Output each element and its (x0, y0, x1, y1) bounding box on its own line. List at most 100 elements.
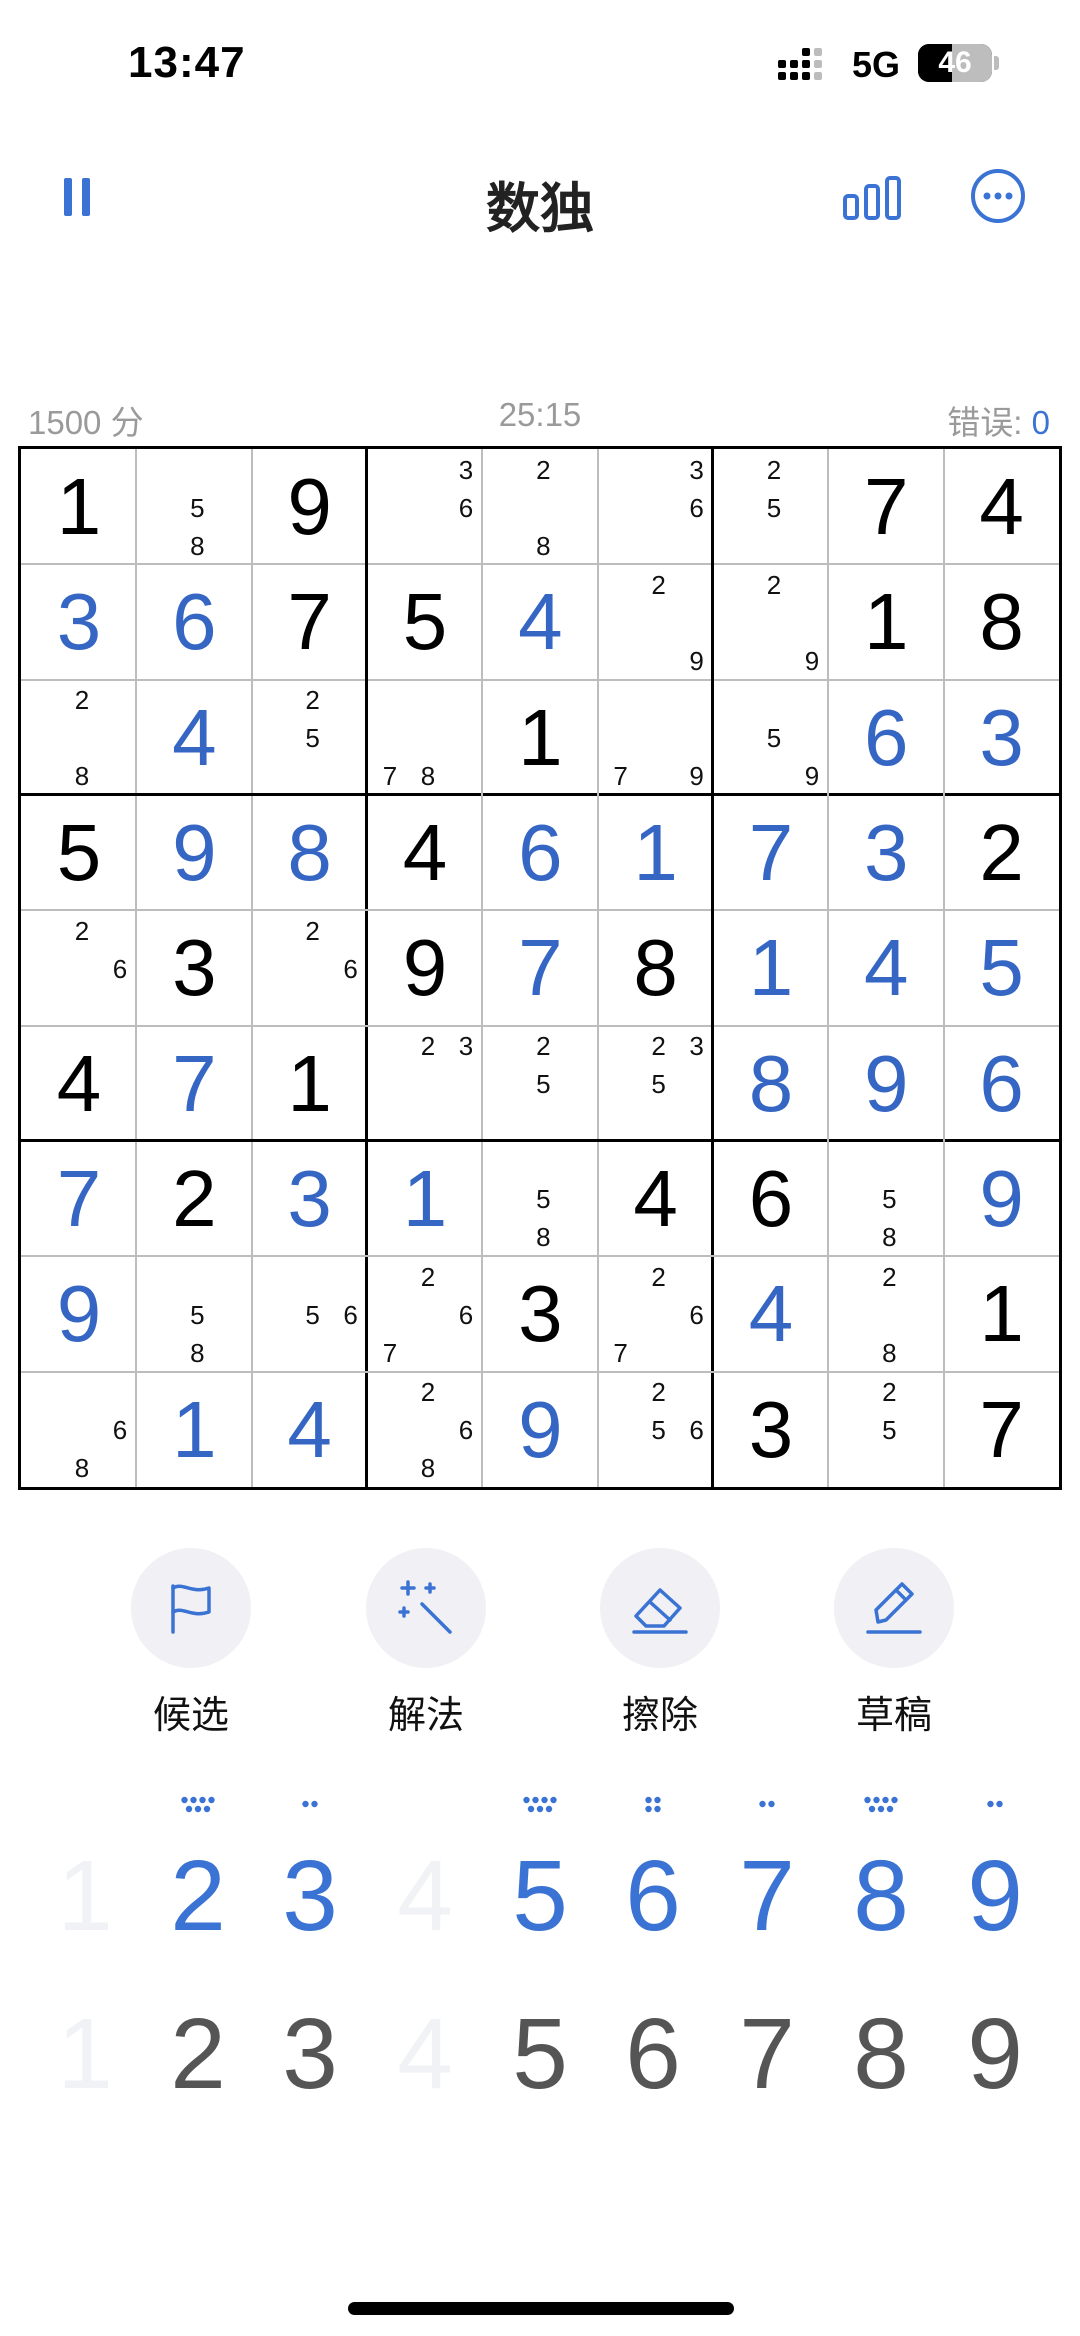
sudoku-cell-r7c7[interactable]: 6 (713, 1141, 829, 1257)
sudoku-cell-r8c5[interactable]: 3 (482, 1256, 598, 1372)
number-button-9[interactable]: 9 (940, 1846, 1050, 1946)
sudoku-cell-r5c1[interactable]: 26 (21, 910, 137, 1026)
note-number-button-9[interactable]: 9 (940, 2004, 1050, 2104)
sudoku-cell-r2c2[interactable]: 6 (136, 564, 252, 680)
sudoku-cell-r5c6[interactable]: 8 (598, 910, 714, 1026)
candidate-tool-button[interactable] (131, 1548, 251, 1668)
sudoku-cell-r8c8[interactable]: 28 (828, 1256, 944, 1372)
number-button-2[interactable]: 2 (143, 1846, 253, 1946)
solve-tool-button[interactable] (366, 1548, 486, 1668)
sudoku-cell-r4c2[interactable]: 9 (136, 795, 252, 911)
sudoku-cell-r6c2[interactable]: 7 (136, 1026, 252, 1142)
number-button-6[interactable]: 6 (598, 1846, 708, 1946)
home-indicator[interactable] (348, 2302, 734, 2315)
sudoku-cell-r7c8[interactable]: 58 (828, 1141, 944, 1257)
sudoku-cell-r6c1[interactable]: 4 (21, 1026, 137, 1142)
sudoku-cell-r7c1[interactable]: 7 (21, 1141, 137, 1257)
sudoku-cell-r4c7[interactable]: 7 (713, 795, 829, 911)
sudoku-cell-r7c4[interactable]: 1 (367, 1141, 483, 1257)
sudoku-cell-r4c4[interactable]: 4 (367, 795, 483, 911)
sudoku-cell-r1c1[interactable]: 1 (21, 449, 137, 565)
sudoku-cell-r1c4[interactable]: 36 (367, 449, 483, 565)
sudoku-cell-r9c1[interactable]: 68 (21, 1372, 137, 1488)
sudoku-cell-r2c8[interactable]: 1 (828, 564, 944, 680)
sudoku-cell-r9c9[interactable]: 7 (944, 1372, 1060, 1488)
sudoku-cell-r9c8[interactable]: 25 (828, 1372, 944, 1488)
sudoku-cell-r8c1[interactable]: 9 (21, 1256, 137, 1372)
sudoku-cell-r5c7[interactable]: 1 (713, 910, 829, 1026)
sudoku-cell-r2c5[interactable]: 4 (482, 564, 598, 680)
sudoku-cell-r9c3[interactable]: 4 (252, 1372, 368, 1488)
sudoku-cell-r3c3[interactable]: 25 (252, 680, 368, 796)
note-number-button-2[interactable]: 2 (143, 2004, 253, 2104)
sudoku-cell-r8c3[interactable]: 56 (252, 1256, 368, 1372)
sudoku-cell-r3c5[interactable]: 1 (482, 680, 598, 796)
draft-tool-button[interactable] (834, 1548, 954, 1668)
sudoku-cell-r7c2[interactable]: 2 (136, 1141, 252, 1257)
sudoku-cell-r6c8[interactable]: 9 (828, 1026, 944, 1142)
sudoku-cell-r4c3[interactable]: 8 (252, 795, 368, 911)
sudoku-cell-r1c6[interactable]: 36 (598, 449, 714, 565)
sudoku-cell-r3c1[interactable]: 28 (21, 680, 137, 796)
sudoku-cell-r1c9[interactable]: 4 (944, 449, 1060, 565)
note-number-button-8[interactable]: 8 (826, 2004, 936, 2104)
sudoku-cell-r9c4[interactable]: 268 (367, 1372, 483, 1488)
sudoku-cell-r7c5[interactable]: 58 (482, 1141, 598, 1257)
sudoku-cell-r6c3[interactable]: 1 (252, 1026, 368, 1142)
note-number-button-4[interactable]: 4 (370, 2004, 480, 2104)
sudoku-cell-r9c6[interactable]: 2 56 (598, 1372, 714, 1488)
note-number-button-5[interactable]: 5 (485, 2004, 595, 2104)
sudoku-cell-r5c2[interactable]: 3 (136, 910, 252, 1026)
note-number-button-7[interactable]: 7 (712, 2004, 822, 2104)
bar-chart-icon[interactable] (842, 176, 902, 220)
number-button-1[interactable]: 1 (30, 1846, 140, 1946)
sudoku-cell-r3c4[interactable]: 78 (367, 680, 483, 796)
sudoku-cell-r4c6[interactable]: 1 (598, 795, 714, 911)
number-button-4[interactable]: 4 (370, 1846, 480, 1946)
sudoku-cell-r8c9[interactable]: 1 (944, 1256, 1060, 1372)
sudoku-cell-r8c4[interactable]: 26 7 (367, 1256, 483, 1372)
number-button-7[interactable]: 7 (712, 1846, 822, 1946)
sudoku-cell-r5c5[interactable]: 7 (482, 910, 598, 1026)
sudoku-cell-r1c8[interactable]: 7 (828, 449, 944, 565)
sudoku-cell-r6c4[interactable]: 23 (367, 1026, 483, 1142)
sudoku-cell-r9c5[interactable]: 9 (482, 1372, 598, 1488)
sudoku-cell-r9c2[interactable]: 1 (136, 1372, 252, 1488)
sudoku-cell-r2c7[interactable]: 29 (713, 564, 829, 680)
sudoku-cell-r6c5[interactable]: 25 (482, 1026, 598, 1142)
sudoku-cell-r6c6[interactable]: 235 (598, 1026, 714, 1142)
sudoku-cell-r1c2[interactable]: 58 (136, 449, 252, 565)
sudoku-cell-r4c8[interactable]: 3 (828, 795, 944, 911)
sudoku-cell-r4c9[interactable]: 2 (944, 795, 1060, 911)
sudoku-cell-r2c3[interactable]: 7 (252, 564, 368, 680)
sudoku-cell-r8c6[interactable]: 26 7 (598, 1256, 714, 1372)
sudoku-cell-r5c3[interactable]: 26 (252, 910, 368, 1026)
sudoku-cell-r8c7[interactable]: 4 (713, 1256, 829, 1372)
number-button-8[interactable]: 8 (826, 1846, 936, 1946)
sudoku-cell-r3c9[interactable]: 3 (944, 680, 1060, 796)
sudoku-cell-r6c7[interactable]: 8 (713, 1026, 829, 1142)
note-number-button-3[interactable]: 3 (255, 2004, 365, 2104)
sudoku-cell-r9c7[interactable]: 3 (713, 1372, 829, 1488)
erase-tool-button[interactable] (600, 1548, 720, 1668)
sudoku-cell-r4c5[interactable]: 6 (482, 795, 598, 911)
sudoku-cell-r7c9[interactable]: 9 (944, 1141, 1060, 1257)
sudoku-cell-r4c1[interactable]: 5 (21, 795, 137, 911)
sudoku-cell-r8c2[interactable]: 58 (136, 1256, 252, 1372)
sudoku-cell-r5c4[interactable]: 9 (367, 910, 483, 1026)
sudoku-cell-r2c1[interactable]: 3 (21, 564, 137, 680)
sudoku-cell-r6c9[interactable]: 6 (944, 1026, 1060, 1142)
sudoku-cell-r3c6[interactable]: 79 (598, 680, 714, 796)
sudoku-cell-r2c6[interactable]: 29 (598, 564, 714, 680)
number-button-5[interactable]: 5 (485, 1846, 595, 1946)
sudoku-cell-r1c3[interactable]: 9 (252, 449, 368, 565)
note-number-button-1[interactable]: 1 (30, 2004, 140, 2104)
note-number-button-6[interactable]: 6 (598, 2004, 708, 2104)
sudoku-cell-r3c7[interactable]: 59 (713, 680, 829, 796)
more-icon[interactable] (970, 168, 1026, 224)
sudoku-cell-r1c5[interactable]: 28 (482, 449, 598, 565)
sudoku-cell-r1c7[interactable]: 25 (713, 449, 829, 565)
sudoku-cell-r3c8[interactable]: 6 (828, 680, 944, 796)
sudoku-cell-r7c6[interactable]: 4 (598, 1141, 714, 1257)
sudoku-cell-r3c2[interactable]: 4 (136, 680, 252, 796)
